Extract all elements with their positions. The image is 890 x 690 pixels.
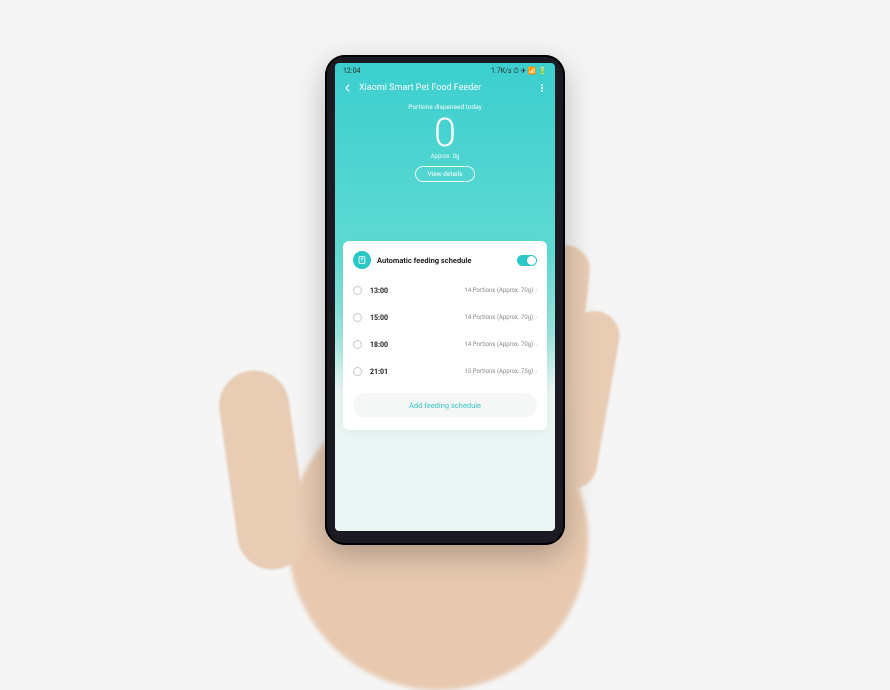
chevron-right-icon: › xyxy=(535,314,537,321)
status-time: 12:04 xyxy=(343,67,360,75)
schedule-time: 21:01 xyxy=(370,368,388,376)
status-bar: 12:04 1.7K/s ⏱ ✈ 📶 🔋 xyxy=(335,63,555,79)
schedule-row[interactable]: 13:00 14 Portions (Approx. 70g) › xyxy=(353,277,537,304)
portions-approx: Approx. 0g xyxy=(335,153,555,160)
schedule-detail: 14 Portions (Approx. 70g) › xyxy=(465,314,537,321)
page-title: Xiaomi Smart Pet Food Feeder xyxy=(359,83,531,93)
status-indicators: 1.7K/s ⏱ ✈ 📶 🔋 xyxy=(491,67,547,76)
radio-icon[interactable] xyxy=(353,286,362,295)
more-icon[interactable] xyxy=(537,84,547,92)
radio-icon[interactable] xyxy=(353,313,362,322)
schedule-time: 15:00 xyxy=(370,314,388,322)
schedule-detail: 15 Portions (Approx. 75g) › xyxy=(465,368,537,375)
hero-section: Portions dispensed today 0 Approx. 0g Vi… xyxy=(335,99,555,192)
radio-icon[interactable] xyxy=(353,340,362,349)
portions-value: 0 xyxy=(335,113,555,153)
add-schedule-button[interactable]: Add feeding schedule xyxy=(353,393,537,418)
schedule-row[interactable]: 15:00 14 Portions (Approx. 70g) › xyxy=(353,304,537,331)
portions-label: Portions dispensed today xyxy=(335,103,555,111)
schedule-time: 18:00 xyxy=(370,341,388,349)
view-details-button[interactable]: View details xyxy=(415,166,476,182)
chevron-right-icon: › xyxy=(535,287,537,294)
schedule-detail: 14 Portions (Approx. 70g) › xyxy=(465,341,537,348)
schedule-detail: 14 Portions (Approx. 70g) › xyxy=(465,287,537,294)
chevron-right-icon: › xyxy=(535,341,537,348)
back-icon[interactable] xyxy=(343,83,353,93)
radio-icon[interactable] xyxy=(353,367,362,376)
chevron-right-icon: › xyxy=(535,368,537,375)
schedule-toggle[interactable] xyxy=(517,255,537,266)
schedule-row[interactable]: 18:00 14 Portions (Approx. 70g) › xyxy=(353,331,537,358)
schedule-row[interactable]: 21:01 15 Portions (Approx. 75g) › xyxy=(353,358,537,385)
schedule-time: 13:00 xyxy=(370,287,388,295)
schedule-icon xyxy=(353,251,371,269)
phone-screen: 12:04 1.7K/s ⏱ ✈ 📶 🔋 Xiaomi Smart Pet Fo… xyxy=(335,63,555,531)
schedule-header: Automatic feeding schedule xyxy=(353,251,537,269)
schedule-card: Automatic feeding schedule 13:00 14 Port… xyxy=(343,241,547,430)
schedule-title: Automatic feeding schedule xyxy=(377,256,511,265)
app-bar: Xiaomi Smart Pet Food Feeder xyxy=(335,79,555,99)
phone-frame: 12:04 1.7K/s ⏱ ✈ 📶 🔋 Xiaomi Smart Pet Fo… xyxy=(325,55,565,545)
